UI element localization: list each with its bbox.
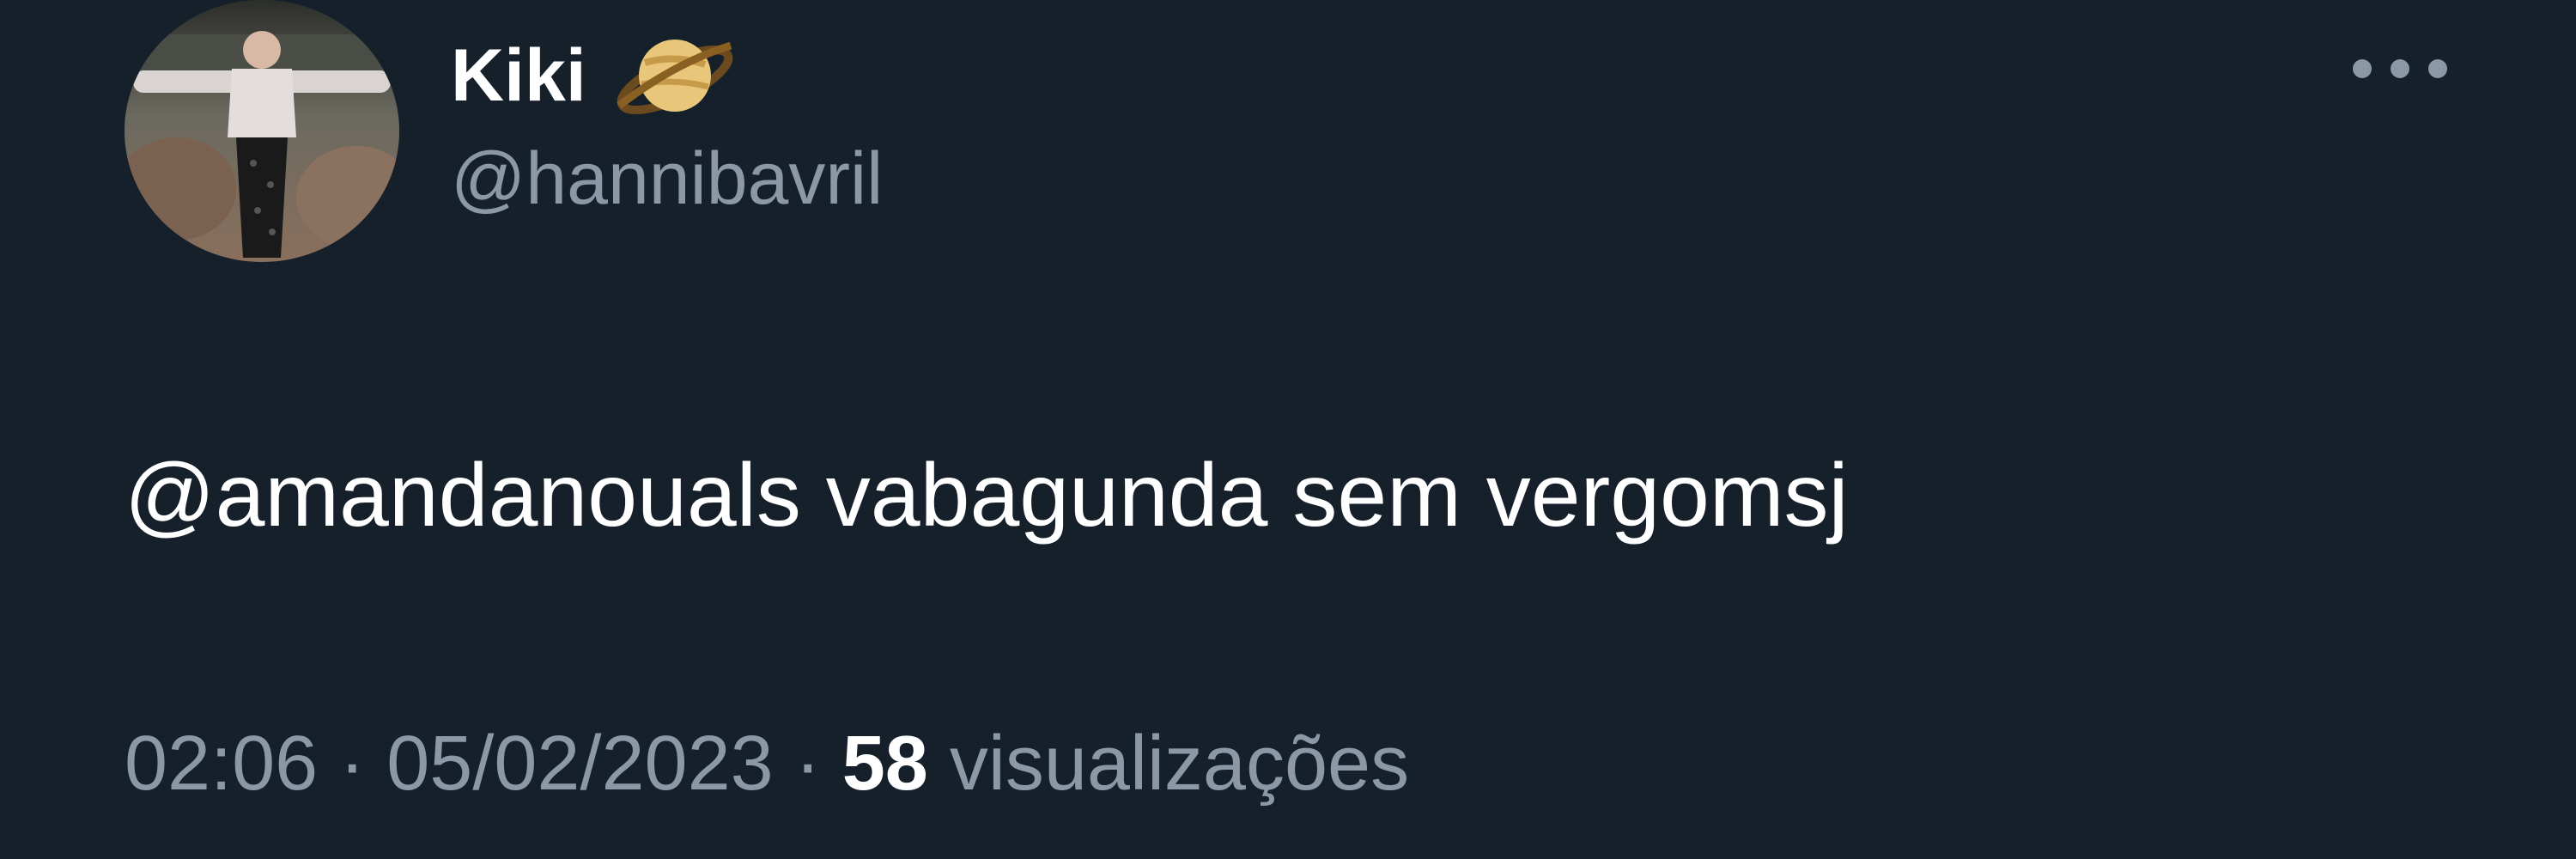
avatar[interactable] [125, 0, 399, 262]
avatar-photo [125, 0, 399, 262]
display-name[interactable]: Kiki [451, 39, 586, 113]
display-name-row[interactable]: Kiki [451, 24, 739, 127]
meta-separator: · [339, 721, 366, 807]
tweet-text: @amandanouals vabagunda sem vergomsj [125, 446, 1849, 545]
more-dot [2391, 59, 2409, 78]
user-handle[interactable]: @hannibavril [451, 142, 883, 216]
tweet-date[interactable]: 05/02/2023 [386, 721, 773, 807]
views-label[interactable]: visualizações [950, 721, 1409, 807]
more-options-icon[interactable] [2353, 47, 2447, 90]
tweet-time[interactable]: 02:06 [125, 721, 318, 807]
more-dot [2353, 59, 2372, 78]
meta-separator: · [794, 721, 821, 807]
ringed-planet-icon [611, 11, 739, 140]
tweet-card: Kiki @hannibavril @amandanouals vabagund… [0, 0, 2576, 859]
more-dot [2428, 59, 2447, 78]
views-count[interactable]: 58 [842, 721, 928, 807]
tweet-meta: 02:06 · 05/02/2023 · 58 visualizações [125, 722, 1409, 807]
